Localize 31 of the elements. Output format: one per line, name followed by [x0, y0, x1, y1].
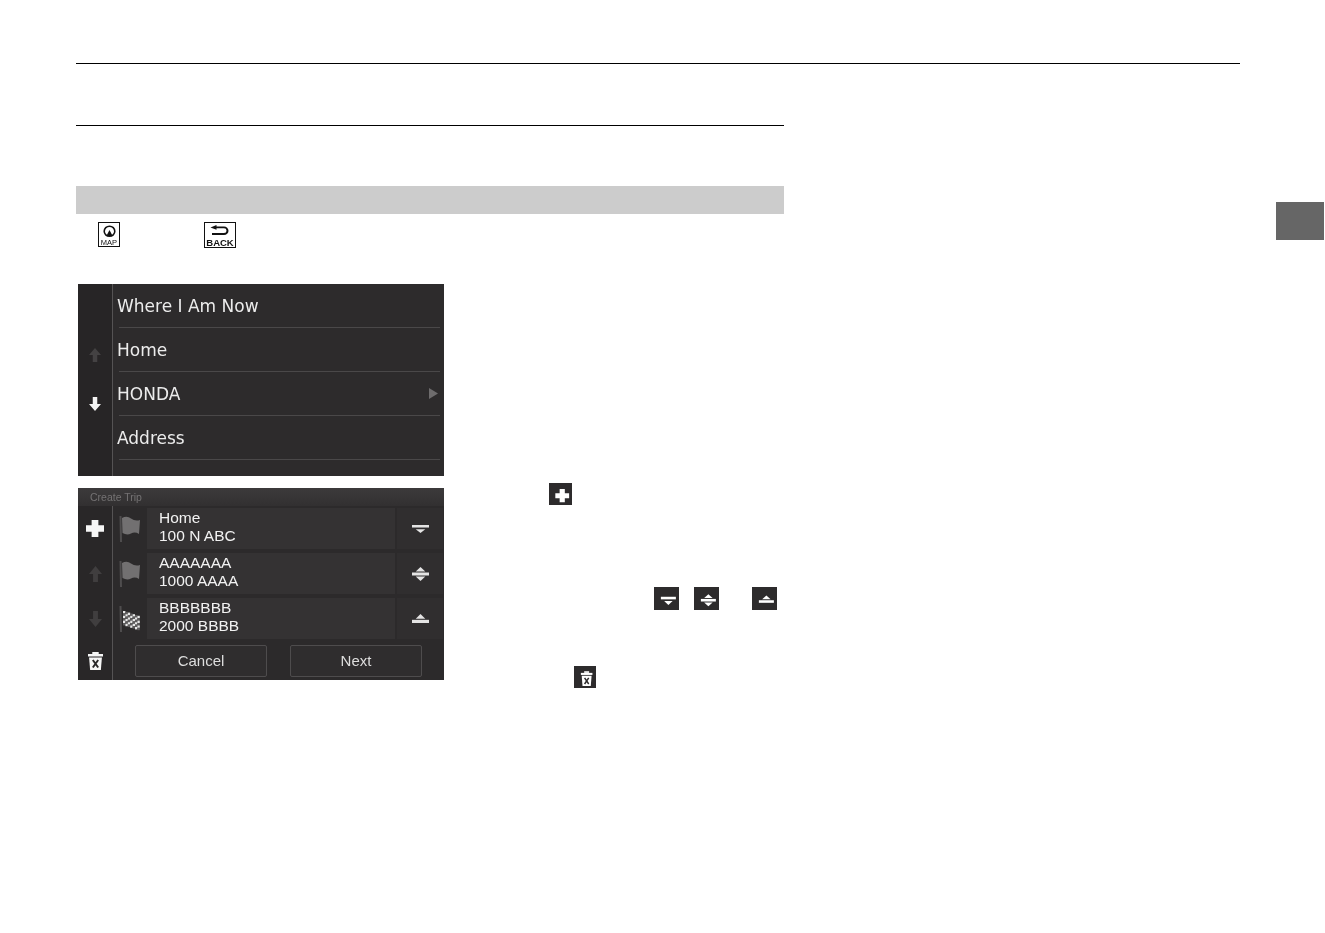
trip-stop[interactable]: BBBBBBB 2000 BBBB [147, 598, 395, 639]
move-button[interactable] [397, 598, 443, 639]
triangle-right-icon [429, 388, 438, 399]
plus-icon[interactable] [86, 520, 104, 537]
move-up-icon [752, 587, 777, 610]
move-up-down-icon [411, 566, 429, 581]
menu-item[interactable]: Address [113, 416, 444, 459]
flag-icon [119, 515, 141, 542]
trip-stop[interactable]: AAAAAAA 1000 AAAA [147, 553, 395, 594]
location-marker-icon [102, 225, 116, 238]
next-button[interactable]: Next [290, 644, 422, 677]
plus-icon [549, 483, 572, 505]
return-arrow-icon [210, 225, 230, 236]
cancel-button[interactable]: Cancel [135, 644, 267, 677]
menu-item[interactable]: HONDA [113, 372, 444, 415]
move-down-icon [411, 524, 429, 533]
move-up-down-icon [694, 587, 719, 610]
menu-item[interactable]: Where I Am Now [113, 284, 444, 327]
trip-stop[interactable]: Home 100 N ABC [147, 508, 395, 549]
move-button[interactable] [397, 508, 443, 549]
arrow-down-icon[interactable] [89, 397, 101, 411]
menu-item[interactable]: Home [113, 328, 444, 371]
key-label: BACK [206, 237, 234, 247]
flag-icon [119, 560, 141, 587]
move-down-icon [654, 587, 679, 610]
move-button[interactable] [397, 553, 443, 594]
screen-title: Create Trip [90, 491, 142, 503]
trash-icon [574, 666, 596, 688]
checkered-flag-icon [119, 605, 141, 632]
trash-icon[interactable] [87, 651, 103, 670]
move-up-icon [411, 614, 429, 623]
